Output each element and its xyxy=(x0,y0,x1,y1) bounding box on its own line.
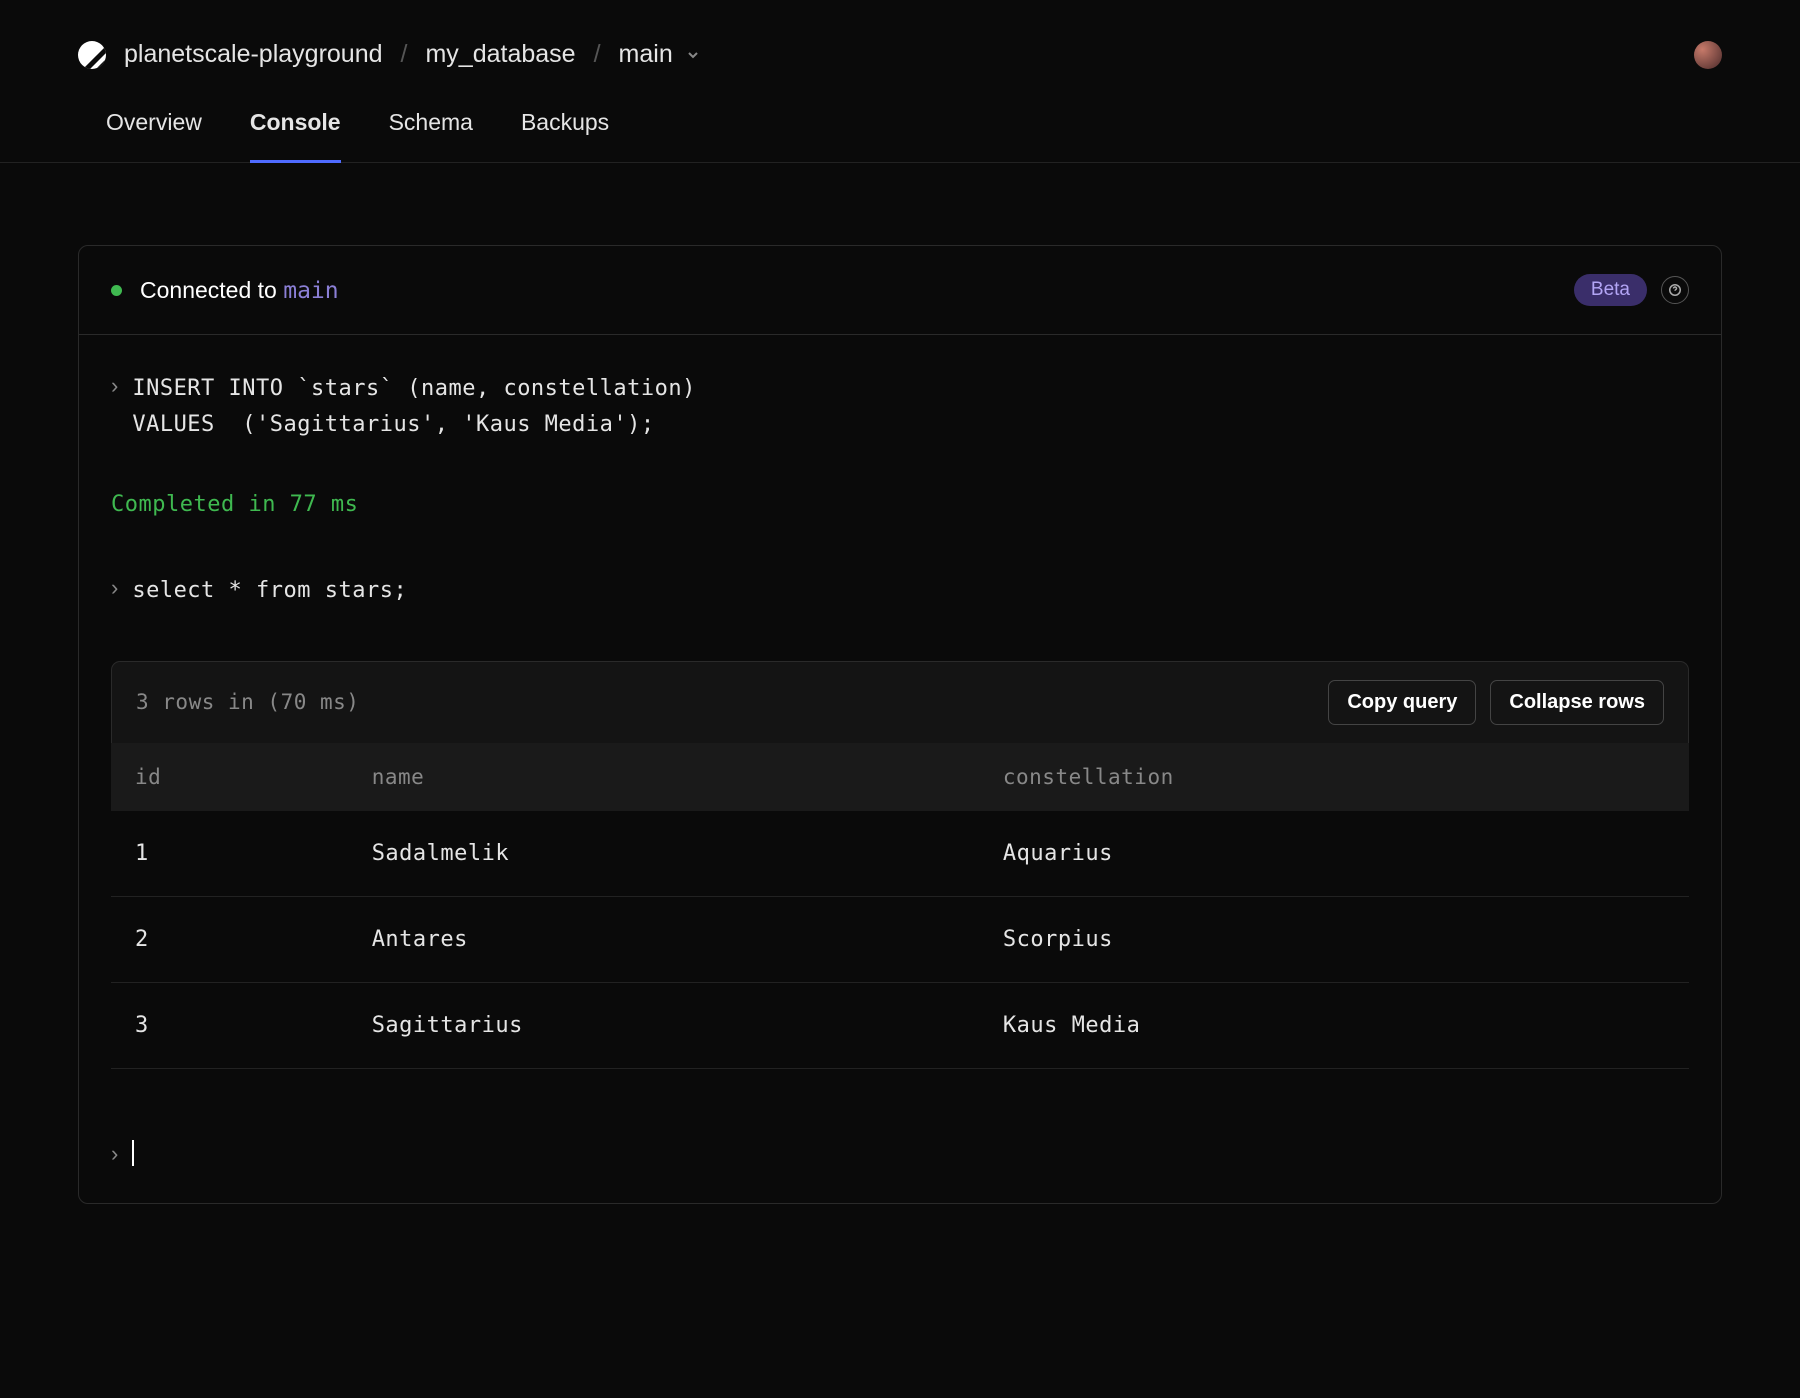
status-dot-icon xyxy=(111,285,122,296)
sql-input-prompt[interactable]: › xyxy=(111,1139,1689,1167)
beta-badge: Beta xyxy=(1574,274,1647,306)
chevron-down-icon xyxy=(685,47,701,63)
prompt-chevron-icon: › xyxy=(111,1139,118,1167)
cell-id: 3 xyxy=(111,982,348,1068)
tabs: Overview Console Schema Backups xyxy=(0,109,1800,163)
query-block-1: › INSERT INTO `stars` (name, constellati… xyxy=(111,371,1689,444)
cell-id: 1 xyxy=(111,811,348,897)
connected-branch: main xyxy=(283,278,338,304)
cell-name: Sadalmelik xyxy=(348,811,979,897)
query-block-2: › select * from stars; xyxy=(111,573,1689,609)
cell-constellation: Kaus Media xyxy=(979,982,1689,1068)
connection-status: Connected to main xyxy=(111,277,339,304)
help-button[interactable] xyxy=(1661,276,1689,304)
branch-label: main xyxy=(619,40,673,69)
query-text: select * from stars; xyxy=(132,573,407,609)
avatar[interactable] xyxy=(1694,41,1722,69)
results-toolbar: 3 rows in (70 ms) Copy query Collapse ro… xyxy=(111,661,1689,743)
breadcrumb-separator: / xyxy=(594,40,601,69)
prompt-chevron-icon: › xyxy=(111,573,118,601)
results-table: id name constellation 1 Sadalmelik Aquar… xyxy=(111,743,1689,1069)
cell-name: Antares xyxy=(348,896,979,982)
console-panel: Connected to main Beta › INSERT INTO `st… xyxy=(78,245,1722,1204)
column-header-constellation: constellation xyxy=(979,743,1689,811)
planetscale-logo[interactable] xyxy=(78,41,106,69)
tab-console[interactable]: Console xyxy=(250,109,341,162)
cell-constellation: Scorpius xyxy=(979,896,1689,982)
breadcrumb-database[interactable]: my_database xyxy=(425,40,575,69)
console-body: › INSERT INTO `stars` (name, constellati… xyxy=(79,335,1721,1203)
breadcrumb-branch[interactable]: main xyxy=(619,40,701,69)
table-row: 1 Sadalmelik Aquarius xyxy=(111,811,1689,897)
prompt-chevron-icon: › xyxy=(111,371,118,399)
results-block: 3 rows in (70 ms) Copy query Collapse ro… xyxy=(111,661,1689,1069)
cell-constellation: Aquarius xyxy=(979,811,1689,897)
completion-message: Completed in 77 ms xyxy=(111,492,1689,517)
breadcrumb: planetscale-playground / my_database / m… xyxy=(78,40,701,69)
cell-id: 2 xyxy=(111,896,348,982)
tab-overview[interactable]: Overview xyxy=(106,109,202,162)
tab-schema[interactable]: Schema xyxy=(389,109,473,162)
tab-backups[interactable]: Backups xyxy=(521,109,609,162)
query-text: INSERT INTO `stars` (name, constellation… xyxy=(132,371,696,444)
results-summary: 3 rows in (70 ms) xyxy=(136,690,359,714)
cell-name: Sagittarius xyxy=(348,982,979,1068)
text-cursor xyxy=(132,1140,134,1166)
breadcrumb-org[interactable]: planetscale-playground xyxy=(124,40,383,69)
console-header: Connected to main Beta xyxy=(79,246,1721,335)
connected-label: Connected to xyxy=(140,277,277,303)
column-header-name: name xyxy=(348,743,979,811)
copy-query-button[interactable]: Copy query xyxy=(1328,680,1476,725)
column-header-id: id xyxy=(111,743,348,811)
table-row: 2 Antares Scorpius xyxy=(111,896,1689,982)
collapse-rows-button[interactable]: Collapse rows xyxy=(1490,680,1664,725)
breadcrumb-separator: / xyxy=(401,40,408,69)
table-row: 3 Sagittarius Kaus Media xyxy=(111,982,1689,1068)
question-icon xyxy=(1669,284,1681,296)
